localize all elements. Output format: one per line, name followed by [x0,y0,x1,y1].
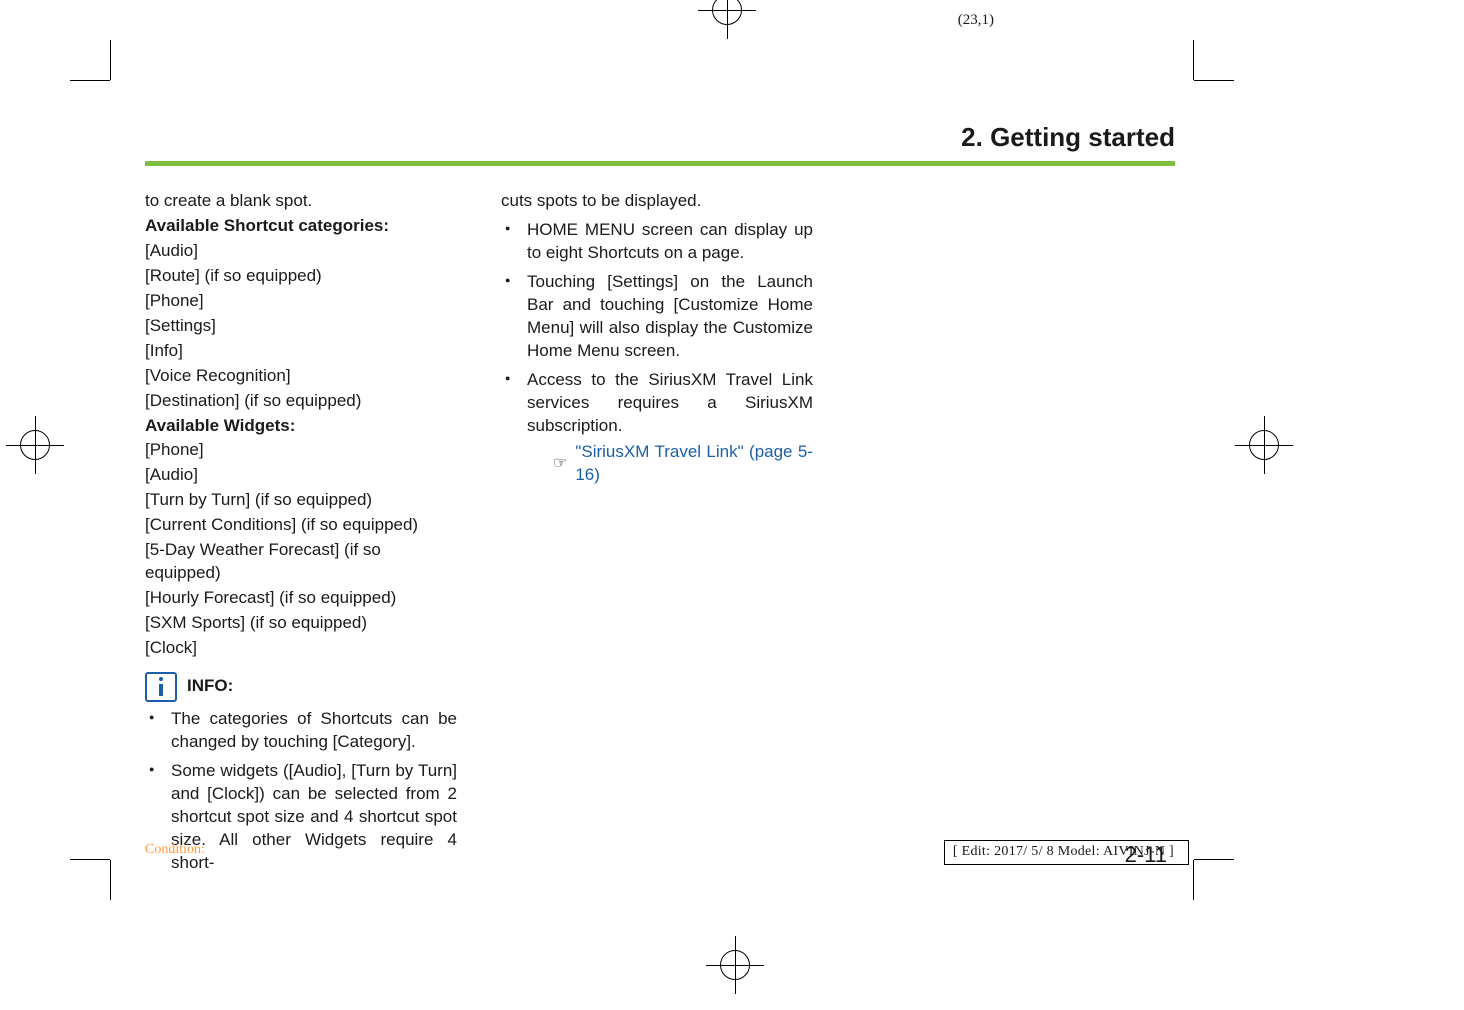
info-icon [145,672,177,702]
list-item: [5-Day Weather Forecast] (if so equipped… [145,539,457,585]
list-item: [Route] (if so equipped) [145,265,457,288]
info-bullet: HOME MENU screen can display up to eight… [501,219,813,265]
cross-reference-link: "SiriusXM Travel Link" (page 5-16) [575,441,813,487]
list-item: [Phone] [145,439,457,462]
list-item: [SXM Sports] (if so equipped) [145,612,457,635]
registration-target-icon [1249,430,1279,460]
column-2: cuts spots to be displayed. HOME MENU sc… [501,188,813,880]
column-1: to create a blank spot. Available Shortc… [145,188,457,880]
list-item: [Voice Recognition] [145,365,457,388]
list-item: [Settings] [145,315,457,338]
column-3 [857,188,1169,880]
bullet-text: Access to the SiriusXM Travel Link servi… [527,370,813,435]
body-text: to create a blank spot. [145,190,457,213]
info-label: INFO: [187,675,233,698]
list-item: [Turn by Turn] (if so equipped) [145,489,457,512]
list-item: [Current Conditions] (if so equipped) [145,514,457,537]
crop-mark [1194,859,1234,860]
body-text: cuts spots to be displayed. [501,190,813,213]
list-item: [Hourly Forecast] (if so equipped) [145,587,457,610]
crop-mark [70,80,110,81]
crop-mark [110,860,111,900]
heading-widgets: Available Widgets: [145,415,457,438]
sheet-coordinate: (23,1) [958,10,994,30]
footer-condition: Condition: [145,841,205,860]
info-heading: INFO: [145,672,457,702]
list-item: [Audio] [145,240,457,263]
cross-reference: ☞ "SiriusXM Travel Link" (page 5-16) [553,441,813,487]
list-item: [Info] [145,340,457,363]
list-item: [Clock] [145,637,457,660]
crop-mark [1194,80,1234,81]
crop-mark [1193,860,1194,900]
crop-mark [70,859,110,860]
chapter-title: 2. Getting started [145,120,1175,155]
crop-mark [110,40,111,80]
page-body: 2. Getting started to create a blank spo… [145,120,1175,840]
list-item: [Phone] [145,290,457,313]
chapter-rule [145,161,1175,166]
info-bullet: Touching [Settings] on the Launch Bar an… [501,271,813,363]
info-bullet: The categories of Shortcuts can be chang… [145,708,457,754]
heading-shortcut-categories: Available Shortcut categories: [145,215,457,238]
registration-target-icon [712,0,742,25]
info-bullet: Access to the SiriusXM Travel Link servi… [501,369,813,488]
crop-mark [1193,40,1194,80]
footer-edit-info: [ Edit: 2017/ 5/ 8 Model: AIVINJ-N ] [944,840,1189,865]
list-item: [Destination] (if so equipped) [145,390,457,413]
list-item: [Audio] [145,464,457,487]
registration-target-icon [20,430,50,460]
pointer-icon: ☞ [553,456,567,472]
registration-target-icon [720,950,750,980]
